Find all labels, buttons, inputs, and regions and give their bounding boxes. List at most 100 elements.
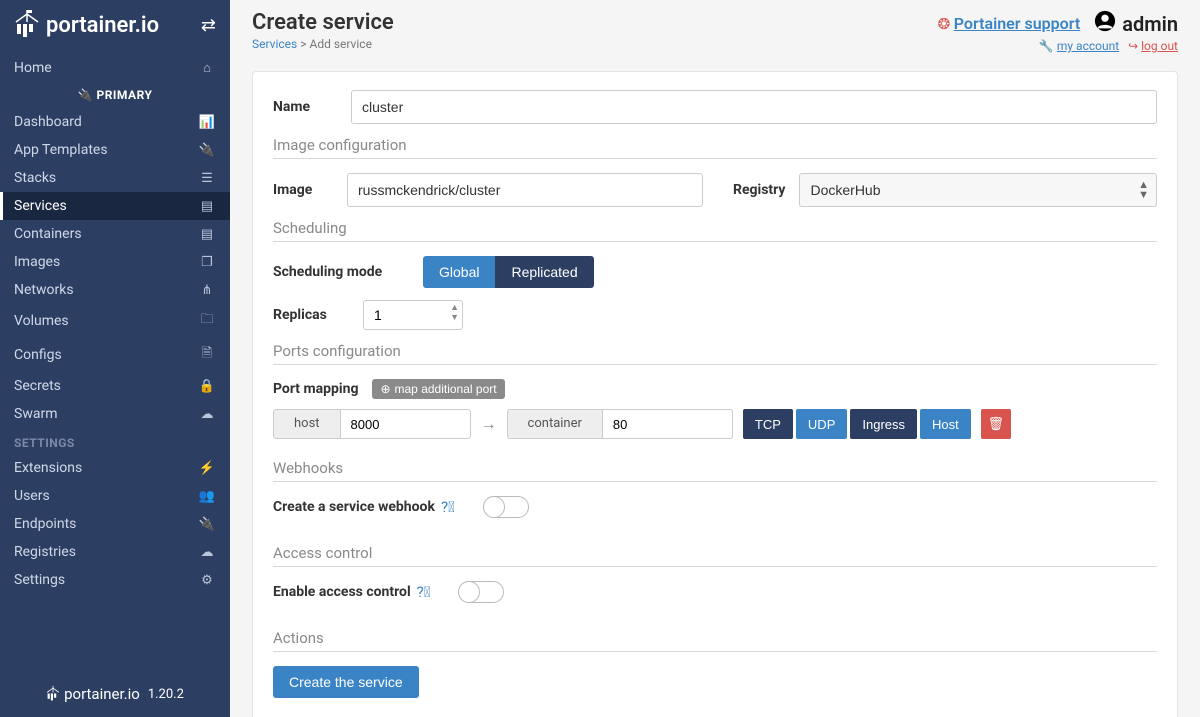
sidebar-item-home[interactable]: Home ⌂ bbox=[0, 54, 230, 82]
sidebar-item-containers[interactable]: Containers ▤ bbox=[0, 220, 230, 248]
proto-udp-button[interactable]: UDP bbox=[796, 409, 847, 439]
home-icon: ⌂ bbox=[198, 60, 216, 76]
sidebar-item-networks[interactable]: Networks⋔ bbox=[0, 276, 230, 304]
sign-out-icon: ↪ bbox=[1128, 39, 1138, 53]
help-icon[interactable]: ?⃝ bbox=[441, 498, 455, 516]
sidebar: portainer.io ⇄ Home ⌂ 🔌 PRIMARY Dashboard… bbox=[0, 0, 230, 717]
section-actions: Actions bbox=[273, 629, 1157, 652]
number-stepper-icon[interactable]: ▲▼ bbox=[450, 303, 459, 323]
sidebar-item-swarm[interactable]: Swarm☁ bbox=[0, 400, 230, 428]
file-icon: 🗎 bbox=[198, 344, 216, 366]
main: Create service Services > Add service ❂ … bbox=[230, 0, 1200, 717]
wrench-icon: 🔧 bbox=[1039, 39, 1054, 53]
service-form-card: Name Image configuration Image Registry … bbox=[252, 71, 1178, 717]
tachometer-icon: 📊 bbox=[198, 115, 216, 130]
nav-label: Settings bbox=[14, 572, 65, 588]
container-port-input[interactable] bbox=[603, 409, 733, 439]
proto-ingress-button[interactable]: Ingress bbox=[850, 409, 917, 439]
sidebar-item-settings[interactable]: Settings ⚙ bbox=[0, 566, 230, 594]
access-control-label: Enable access control bbox=[273, 584, 411, 600]
sidebar-item-app-templates[interactable]: App Templates🔌 bbox=[0, 136, 230, 164]
section-access-control: Access control bbox=[273, 544, 1157, 567]
proto-host-button[interactable]: Host bbox=[920, 409, 971, 439]
webhook-toggle[interactable] bbox=[483, 496, 529, 518]
nav-label: Stacks bbox=[14, 170, 56, 186]
scheduling-replicated-button[interactable]: Replicated bbox=[495, 256, 593, 288]
logo-text: portainer.io bbox=[46, 13, 159, 38]
image-label: Image bbox=[273, 182, 333, 198]
name-label: Name bbox=[273, 99, 351, 115]
arrow-right-icon: → bbox=[481, 414, 497, 434]
registry-label: Registry bbox=[733, 182, 785, 198]
portainer-logo-icon bbox=[14, 10, 40, 40]
sidebar-item-dashboard[interactable]: Dashboard📊 bbox=[0, 108, 230, 136]
bolt-icon: ⚡ bbox=[198, 461, 216, 476]
sidebar-primary-label: 🔌 PRIMARY bbox=[0, 82, 230, 108]
logo[interactable]: portainer.io bbox=[14, 10, 159, 40]
host-addon-label: host bbox=[273, 409, 341, 439]
port-mapping-label: Port mapping bbox=[273, 381, 358, 397]
collapse-sidebar-icon[interactable]: ⇄ bbox=[201, 15, 216, 36]
section-image-config: Image configuration bbox=[273, 136, 1157, 159]
scheduling-mode-toggle: Global Replicated bbox=[423, 256, 594, 288]
nav-label: Containers bbox=[14, 226, 82, 242]
sidebar-item-secrets[interactable]: Secrets 🔒 bbox=[0, 372, 230, 400]
delete-port-button[interactable]: 🗑 bbox=[981, 409, 1011, 439]
image-input[interactable] bbox=[347, 173, 703, 207]
user-secret-icon: 🔒 bbox=[198, 379, 216, 394]
footer-logo: portainer.io bbox=[46, 685, 140, 703]
my-account-link[interactable]: my account bbox=[1057, 39, 1119, 53]
sidebar-item-configs[interactable]: Configs 🗎 bbox=[0, 338, 230, 372]
life-ring-icon: ❂ bbox=[938, 15, 951, 33]
sidebar-item-registries[interactable]: Registries☁ bbox=[0, 538, 230, 566]
nav-label: Secrets bbox=[14, 378, 61, 394]
help-icon[interactable]: ?⃝ bbox=[417, 583, 431, 601]
user-circle-icon bbox=[1094, 10, 1116, 37]
nav-label: Home bbox=[14, 60, 52, 76]
sitemap-icon: ⋔ bbox=[198, 283, 216, 298]
nav-label: Registries bbox=[14, 544, 76, 560]
nav-label: Endpoints bbox=[14, 516, 76, 532]
portainer-support-link[interactable]: Portainer support bbox=[954, 14, 1081, 33]
webhook-label: Create a service webhook bbox=[273, 499, 435, 515]
replicas-input[interactable] bbox=[363, 300, 463, 330]
host-port-input[interactable] bbox=[341, 409, 471, 439]
object-group-icon: ☁ bbox=[198, 407, 216, 422]
sidebar-section-settings: SETTINGS bbox=[0, 428, 230, 454]
access-control-toggle[interactable] bbox=[458, 581, 504, 603]
nav: Home ⌂ 🔌 PRIMARY Dashboard📊 App Templates… bbox=[0, 54, 230, 671]
breadcrumb-services-link[interactable]: Services bbox=[252, 37, 297, 51]
page-title: Create service bbox=[252, 10, 394, 35]
server-icon: ▤ bbox=[198, 227, 216, 242]
nav-label: Extensions bbox=[14, 460, 82, 476]
plug-icon: 🔌 bbox=[198, 517, 216, 532]
nav-label: Images bbox=[14, 254, 60, 270]
sidebar-item-endpoints[interactable]: Endpoints 🔌 bbox=[0, 510, 230, 538]
name-input[interactable] bbox=[351, 90, 1157, 124]
sidebar-item-images[interactable]: Images❐ bbox=[0, 248, 230, 276]
sidebar-item-stacks[interactable]: Stacks ☰ bbox=[0, 164, 230, 192]
nav-label: Configs bbox=[14, 347, 62, 363]
breadcrumb: Services > Add service bbox=[252, 37, 394, 51]
replicas-label: Replicas bbox=[273, 307, 343, 323]
trash-icon: 🗑 bbox=[987, 416, 1004, 431]
map-additional-port-button[interactable]: ⊕ map additional port bbox=[372, 379, 504, 399]
section-ports: Ports configuration bbox=[273, 342, 1157, 365]
list-icon: ☰ bbox=[198, 171, 216, 186]
nav-label: Volumes bbox=[14, 313, 69, 329]
create-service-button[interactable]: Create the service bbox=[273, 666, 419, 698]
scheduling-global-button[interactable]: Global bbox=[423, 256, 495, 288]
nav-label: Services bbox=[14, 198, 67, 214]
proto-tcp-button[interactable]: TCP bbox=[743, 409, 793, 439]
sidebar-footer: portainer.io 1.20.2 bbox=[0, 671, 230, 717]
sidebar-item-services[interactable]: Services▤ bbox=[0, 192, 230, 220]
logout-link[interactable]: log out bbox=[1141, 39, 1178, 53]
user-menu[interactable]: admin bbox=[1094, 10, 1178, 37]
sidebar-item-volumes[interactable]: Volumes🗀 bbox=[0, 304, 230, 338]
plus-circle-icon: ⊕ bbox=[380, 382, 390, 396]
registry-select[interactable]: DockerHub bbox=[799, 173, 1157, 207]
sidebar-item-users[interactable]: Users👥 bbox=[0, 482, 230, 510]
sidebar-item-extensions[interactable]: Extensions ⚡ bbox=[0, 454, 230, 482]
section-scheduling: Scheduling bbox=[273, 219, 1157, 242]
cogs-icon: ⚙ bbox=[198, 573, 216, 588]
